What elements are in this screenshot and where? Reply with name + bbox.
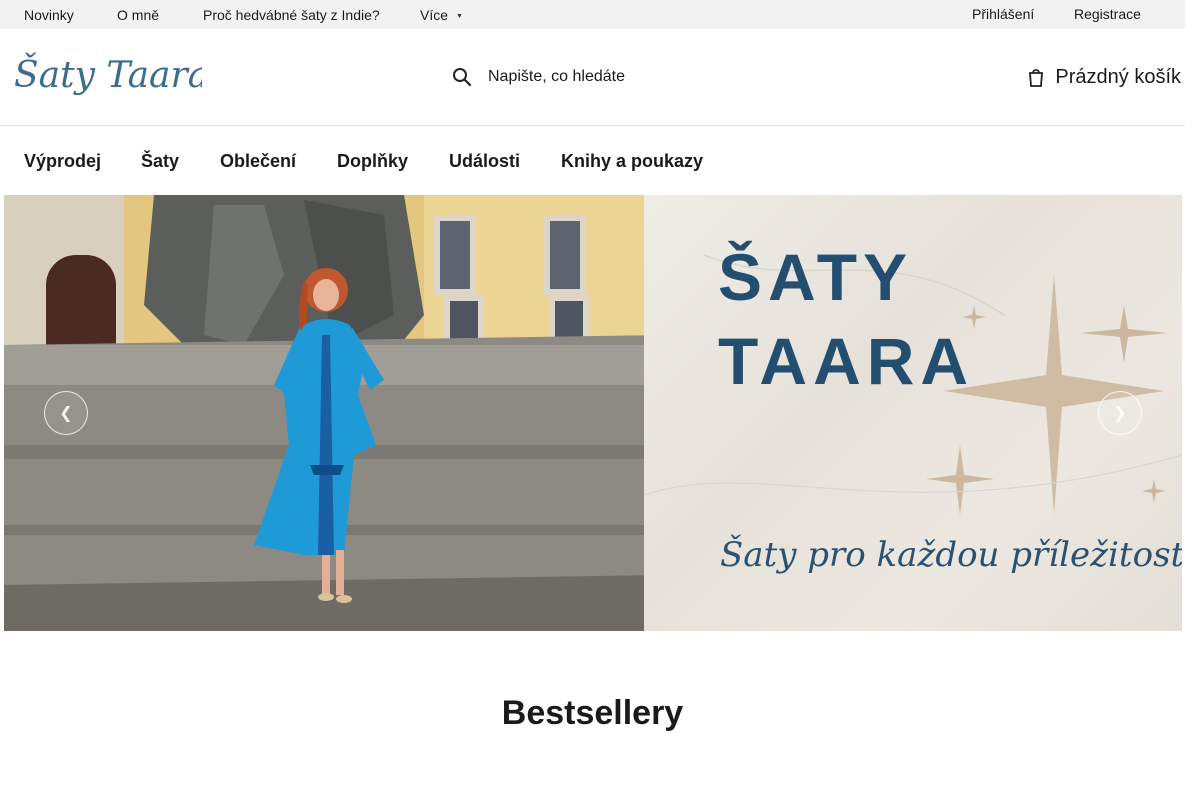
search-icon [452, 67, 472, 87]
topbar-link-novinky[interactable]: Novinky [24, 7, 74, 23]
register-link[interactable]: Registrace [1074, 6, 1141, 22]
topbar-link-proc-hedvabne-saty[interactable]: Proč hedvábné šaty z Indie? [203, 7, 380, 23]
cart-button[interactable]: Prázdný košík [1027, 63, 1181, 91]
chevron-right-icon: ❯ [1113, 405, 1127, 422]
hero-next-button[interactable]: ❯ [1098, 391, 1142, 435]
cart-icon [1027, 67, 1045, 87]
main-navigation: Výprodej Šaty Oblečení Doplňky Události … [0, 127, 1185, 195]
hero-tagline: Šaty pro každou příležitost [720, 535, 1182, 575]
hero-prev-button[interactable]: ❮ [44, 391, 88, 435]
site-header: Šaty Taara Napište, co hledáte Prázdný k… [0, 29, 1185, 126]
nav-item-doplnky[interactable]: Doplňky [337, 151, 408, 172]
search-input-placeholder[interactable]: Napište, co hledáte [488, 68, 625, 86]
hero-banner[interactable]: ŠATY TAARA Šaty pro každou příležitost ❮… [4, 195, 1182, 631]
site-logo[interactable]: Šaty Taara [12, 49, 209, 101]
nav-item-saty[interactable]: Šaty [141, 151, 179, 172]
search-box[interactable]: Napište, co hledáte [452, 63, 625, 91]
nav-item-knihy-a-poukazy[interactable]: Knihy a poukazy [561, 151, 703, 172]
nav-item-obleceni[interactable]: Oblečení [220, 151, 296, 172]
top-utility-bar: Novinky O mně Proč hedvábné šaty z Indie… [0, 0, 1185, 29]
cart-label: Prázdný košík [1055, 65, 1181, 88]
bestsellers-heading: Bestsellery [501, 694, 684, 732]
chevron-down-icon: ▼ [456, 13, 463, 20]
chevron-left-icon: ❮ [59, 405, 73, 422]
hero-heading-line2: TAARA [718, 324, 975, 398]
login-link[interactable]: Přihlášení [972, 6, 1034, 22]
topbar-more-label: Více [420, 7, 449, 23]
nav-item-udalosti[interactable]: Události [449, 151, 520, 172]
topbar-link-o-mne[interactable]: O mně [117, 7, 159, 23]
logo-wordmark: Šaty Taara [14, 54, 209, 96]
hero-heading-line1: ŠATY [718, 240, 914, 314]
hero-photo [4, 195, 664, 631]
logo-text: Šaty Taara [14, 54, 202, 96]
topbar-more-menu[interactable]: Více ▼ [420, 7, 463, 23]
nav-item-vyprodej[interactable]: Výprodej [24, 151, 101, 172]
